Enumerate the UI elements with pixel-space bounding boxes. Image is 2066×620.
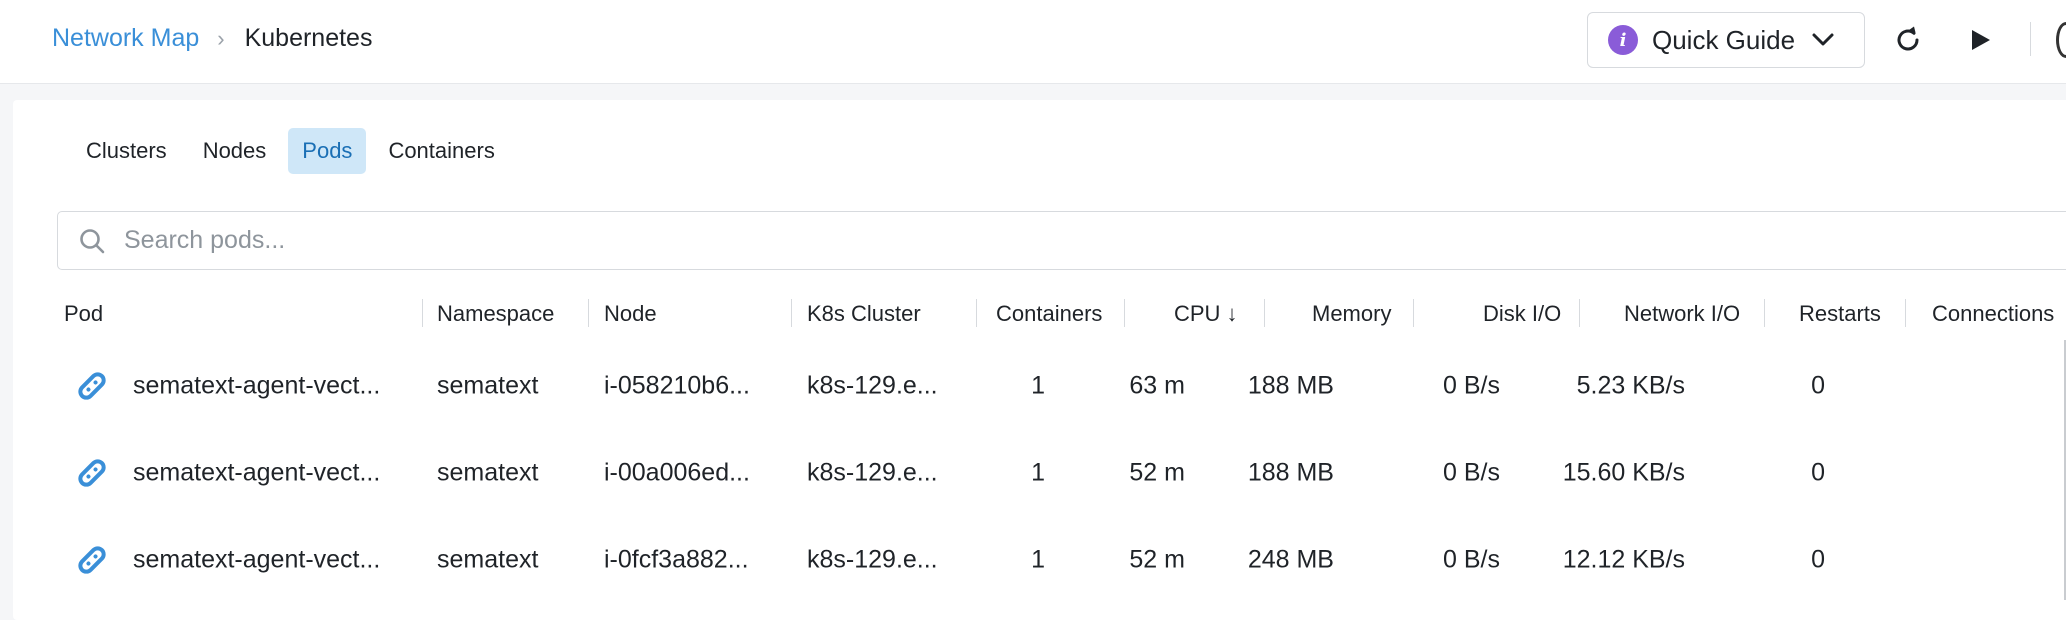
table-row[interactable]: sematext-agent-vect... sematext i-00a006… — [57, 430, 2066, 516]
tab-nodes[interactable]: Nodes — [189, 128, 281, 174]
node-cell: i-00a006ed... — [604, 458, 750, 487]
tab-bar: Clusters Nodes Pods Containers — [72, 128, 509, 174]
column-header-connections[interactable]: Connections — [1932, 301, 2054, 327]
column-header-cpu[interactable]: CPU ↓ — [1174, 301, 1238, 327]
namespace-cell: sematext — [437, 371, 539, 400]
breadcrumb-network-map-link[interactable]: Network Map — [52, 24, 199, 53]
column-header-namespace[interactable]: Namespace — [437, 301, 554, 327]
pod-name[interactable]: sematext-agent-vect... — [133, 459, 380, 488]
column-resize-handle[interactable] — [1124, 299, 1125, 327]
cluster-cell: k8s-129.e... — [807, 545, 938, 574]
node-cell: i-058210b6... — [604, 371, 750, 400]
tab-clusters[interactable]: Clusters — [72, 128, 181, 174]
cpu-cell: 52 m — [1129, 458, 1185, 487]
column-resize-handle[interactable] — [1579, 299, 1580, 327]
namespace-cell: sematext — [437, 458, 539, 487]
top-bar: Network Map › Kubernetes i Quick Guide — [0, 0, 2066, 84]
column-resize-handle[interactable] — [1264, 299, 1265, 327]
column-resize-handle[interactable] — [1413, 299, 1414, 327]
quick-guide-label: Quick Guide — [1652, 24, 1796, 55]
restarts-cell: 0 — [1811, 458, 1825, 487]
restarts-cell: 0 — [1811, 371, 1825, 400]
disk-io-cell: 0 B/s — [1443, 458, 1500, 487]
column-header-node[interactable]: Node — [604, 301, 657, 327]
pod-name[interactable]: sematext-agent-vect... — [133, 372, 380, 401]
column-header-restarts[interactable]: Restarts — [1799, 301, 1881, 327]
column-resize-handle[interactable] — [422, 299, 423, 327]
play-button[interactable] — [1960, 20, 2000, 60]
toolbar-divider — [2030, 22, 2031, 56]
column-header-containers[interactable]: Containers — [996, 301, 1102, 327]
link-icon — [78, 546, 106, 574]
column-resize-handle[interactable] — [1905, 299, 1906, 327]
namespace-cell: sematext — [437, 545, 539, 574]
breadcrumb: Network Map › Kubernetes — [52, 24, 372, 53]
tab-pods[interactable]: Pods — [288, 128, 367, 174]
containers-cell: 1 — [1031, 371, 1045, 400]
search-input[interactable] — [124, 226, 1924, 255]
disk-io-cell: 0 B/s — [1443, 371, 1500, 400]
info-icon: i — [1608, 25, 1638, 55]
containers-cell: 1 — [1031, 545, 1045, 574]
column-header-network-io[interactable]: Network I/O — [1624, 301, 1740, 327]
column-resize-handle[interactable] — [1764, 299, 1765, 327]
network-io-cell: 12.12 KB/s — [1562, 545, 1685, 574]
link-icon — [78, 372, 106, 400]
column-resize-handle[interactable] — [588, 299, 589, 327]
quick-guide-button[interactable]: i Quick Guide — [1587, 12, 1865, 68]
cluster-cell: k8s-129.e... — [807, 371, 938, 400]
column-header-pod[interactable]: Pod — [64, 301, 103, 327]
cpu-cell: 63 m — [1129, 371, 1185, 400]
column-resize-handle[interactable] — [791, 299, 792, 327]
column-header-k8s-cluster[interactable]: K8s Cluster — [807, 301, 921, 327]
column-resize-handle[interactable] — [976, 299, 977, 327]
restarts-cell: 0 — [1811, 545, 1825, 574]
memory-cell: 188 MB — [1247, 458, 1334, 487]
disk-io-cell: 0 B/s — [1443, 545, 1500, 574]
refresh-icon — [1897, 26, 1919, 51]
column-header-disk-io[interactable]: Disk I/O — [1483, 301, 1561, 327]
pod-name[interactable]: sematext-agent-vect... — [133, 546, 380, 575]
tab-containers[interactable]: Containers — [374, 128, 508, 174]
search-bar — [57, 211, 2066, 270]
column-header-memory[interactable]: Memory — [1312, 301, 1391, 327]
clock-icon[interactable] — [2056, 22, 2066, 58]
memory-cell: 248 MB — [1247, 545, 1334, 574]
network-io-cell: 5.23 KB/s — [1576, 371, 1685, 400]
breadcrumb-separator-icon: › — [217, 25, 225, 51]
search-icon — [78, 227, 106, 255]
cluster-cell: k8s-129.e... — [807, 458, 938, 487]
network-io-cell: 15.60 KB/s — [1562, 458, 1685, 487]
cpu-cell: 52 m — [1129, 545, 1185, 574]
containers-cell: 1 — [1031, 458, 1045, 487]
play-icon — [1972, 30, 1990, 50]
memory-cell: 188 MB — [1247, 371, 1334, 400]
table-row[interactable]: sematext-agent-vect... sematext i-0fcf3a… — [57, 517, 2066, 603]
node-cell: i-0fcf3a882... — [604, 545, 749, 574]
table-row[interactable]: sematext-agent-vect... sematext i-058210… — [57, 343, 2066, 429]
link-icon — [78, 459, 106, 487]
chevron-down-icon — [1811, 32, 1835, 48]
breadcrumb-current: Kubernetes — [244, 24, 373, 52]
refresh-button[interactable] — [1888, 20, 1928, 60]
